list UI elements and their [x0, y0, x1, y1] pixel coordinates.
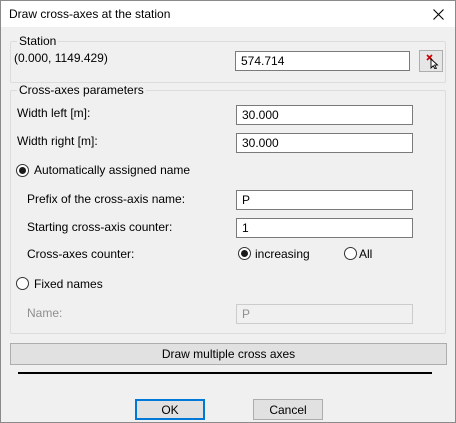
name-label: Name:	[27, 306, 63, 320]
auto-name-radio[interactable]	[16, 164, 29, 177]
counter-label: Cross-axes counter:	[27, 247, 135, 261]
station-group-title: Station	[17, 34, 59, 48]
close-button[interactable]	[421, 1, 455, 27]
counter-all-label[interactable]: All	[359, 247, 372, 261]
fixed-names-radio[interactable]	[16, 277, 29, 290]
counter-all-radio[interactable]	[344, 247, 357, 260]
station-coordinates: (0.000, 1149.429)	[14, 51, 108, 65]
close-icon	[432, 8, 444, 20]
start-counter-input[interactable]	[236, 218, 413, 238]
start-counter-label: Starting cross-axis counter:	[27, 220, 173, 234]
counter-increasing-label[interactable]: increasing	[255, 247, 310, 261]
width-left-label: Width left [m]:	[17, 106, 91, 120]
counter-increasing-radio[interactable]	[238, 247, 251, 260]
fixed-names-label[interactable]: Fixed names	[34, 277, 103, 291]
prefix-input[interactable]	[236, 190, 413, 210]
pick-station-button[interactable]	[419, 50, 443, 72]
width-left-input[interactable]	[236, 105, 413, 125]
ok-button[interactable]: OK	[135, 399, 205, 420]
pick-station-cursor-icon	[426, 54, 439, 69]
width-right-label: Width right [m]:	[17, 134, 98, 148]
cancel-button[interactable]: Cancel	[253, 399, 323, 420]
name-input	[236, 304, 413, 324]
draw-multiple-cross-axes-button[interactable]: Draw multiple cross axes	[10, 343, 447, 365]
dialog-window: Draw cross-axes at the station Station (…	[0, 0, 456, 423]
parameters-group-title: Cross-axes parameters	[17, 83, 146, 97]
width-right-input[interactable]	[236, 133, 413, 153]
auto-name-label[interactable]: Automatically assigned name	[34, 163, 190, 177]
title-bar: Draw cross-axes at the station	[1, 1, 455, 27]
prefix-label: Prefix of the cross-axis name:	[27, 192, 186, 206]
station-input[interactable]	[235, 51, 410, 71]
cross-axes-parameters-group: Cross-axes parameters	[10, 83, 446, 334]
progress-line	[18, 372, 432, 374]
window-title: Draw cross-axes at the station	[9, 7, 171, 21]
